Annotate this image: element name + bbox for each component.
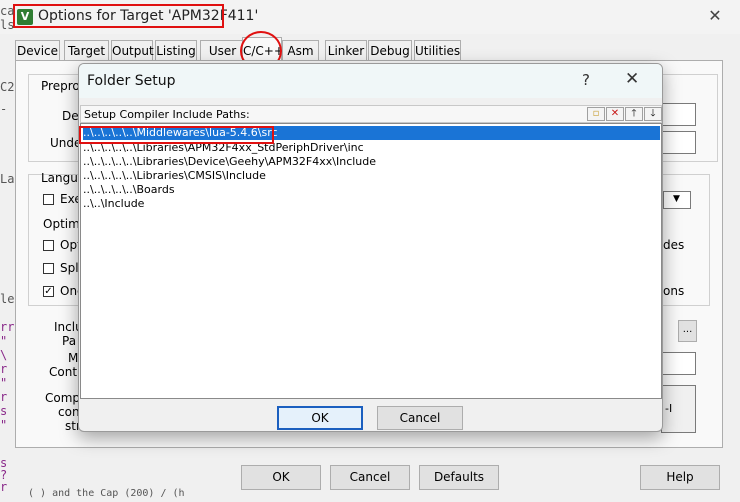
tab-utilities[interactable]: Utilities (414, 40, 461, 60)
list-item[interactable]: ..\..\..\..\..\Libraries\Device\Geehy\AP… (83, 155, 376, 169)
close-icon[interactable]: ✕ (706, 6, 724, 26)
move-down-icon[interactable]: 🡓 (644, 107, 662, 121)
background-text: " (0, 376, 8, 390)
background-text: \ (0, 348, 8, 362)
tab-linker[interactable]: Linker (325, 40, 367, 60)
chevron-down-icon: ▼ (673, 194, 680, 204)
des-label: des (663, 238, 685, 252)
background-text: ls (0, 18, 15, 32)
background-text: r (0, 480, 8, 494)
ons-label: ons (663, 284, 685, 298)
tab-user[interactable]: User (200, 40, 245, 60)
help-button[interactable]: Help (640, 465, 720, 490)
ok-button[interactable]: OK (277, 406, 363, 430)
new-folder-icon[interactable]: ▫ (587, 107, 605, 121)
control-label: con (58, 405, 80, 419)
define-label: De (62, 109, 79, 123)
language-group-label: Langu (41, 171, 78, 185)
close-icon[interactable]: ✕ (625, 69, 639, 89)
background-text: le (0, 292, 15, 306)
move-up-icon[interactable]: 🡑 (625, 107, 643, 121)
background-text: r (0, 362, 8, 376)
background-text: C2 (0, 80, 15, 94)
compiler-string-text: -I (665, 402, 673, 415)
title-highlight-box (13, 4, 224, 28)
include-paths-label: Setup Compiler Include Paths: (84, 108, 250, 121)
tab-output[interactable]: Output (111, 40, 154, 60)
language-dropdown[interactable]: ▼ (663, 191, 691, 209)
list-item[interactable]: ..\..\Include (83, 197, 144, 211)
background-text: rr (0, 320, 15, 334)
execute-checkbox[interactable] (43, 194, 54, 205)
tab-device[interactable]: Device (15, 40, 60, 60)
split-checkbox[interactable] (43, 263, 54, 274)
preprocessor-group-label: Prepro (41, 79, 80, 93)
folder-setup-title: Folder Setup (87, 73, 176, 89)
browse-button[interactable]: ... (678, 320, 697, 342)
list-item[interactable]: ..\..\..\..\..\Libraries\CMSIS\Include (83, 169, 266, 183)
defaults-button[interactable]: Defaults (419, 465, 499, 490)
background-text: ca (0, 4, 15, 18)
misc-controls-field[interactable] (661, 352, 696, 375)
help-icon[interactable]: ? (582, 71, 590, 89)
background-text: s (0, 404, 8, 418)
undefine-field[interactable] (661, 131, 696, 154)
opt-checkbox[interactable] (43, 240, 54, 251)
tab-listing[interactable]: Listing (155, 40, 197, 60)
undefine-label: Unde (50, 136, 82, 150)
list-header: Setup Compiler Include Paths: ▫ ✕ 🡑 🡓 (80, 105, 662, 123)
list-item[interactable]: ..\..\..\..\..\Boards (83, 183, 175, 197)
background-text: " (0, 418, 8, 432)
include-paths-list[interactable]: ..\..\..\..\..\Middlewares\lua-5.4.6\src… (80, 123, 662, 399)
background-text: " (0, 334, 8, 348)
delete-icon[interactable]: ✕ (606, 107, 624, 121)
cancel-button[interactable]: Cancel (377, 406, 463, 430)
background-text: La (0, 172, 15, 186)
split-label: Spl (60, 261, 79, 275)
main-ok-button[interactable]: OK (241, 465, 321, 490)
background-text: ( ) and the Cap (200) / (h (28, 488, 185, 499)
misc-label: M (68, 351, 79, 365)
background-text: - (0, 102, 8, 116)
define-field[interactable] (661, 103, 696, 126)
main-cancel-button[interactable]: Cancel (330, 465, 410, 490)
tab-target[interactable]: Target (64, 40, 109, 60)
tab-asm[interactable]: Asm (282, 40, 319, 60)
compiler-string-field: -I (661, 385, 696, 433)
background-text: r (0, 390, 8, 404)
tab-debug[interactable]: Debug (368, 40, 412, 60)
folder-setup-dialog: Folder Setup ? ✕ Setup Compiler Include … (78, 63, 663, 432)
folder-setup-title-bar: Folder Setup ? ✕ (79, 64, 662, 98)
paths-label: Pa (62, 334, 77, 348)
selected-path-highlight-box (79, 126, 274, 144)
compiler-label: Comp (45, 391, 81, 405)
title-bar: V Options for Target 'APM32F411' ✕ (0, 0, 740, 34)
one-checkbox[interactable]: ✓ (43, 286, 54, 297)
